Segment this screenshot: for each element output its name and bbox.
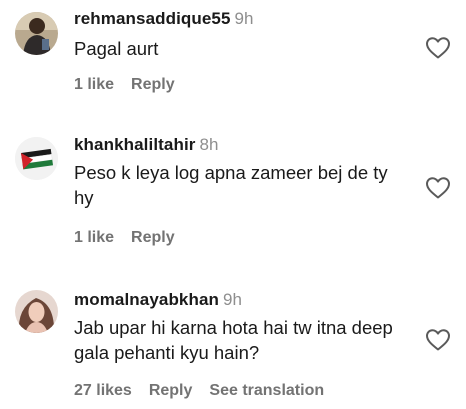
comment-header: momalnayabkhan 9h	[74, 290, 242, 311]
reply-button[interactable]: Reply	[149, 382, 193, 399]
timestamp: 9h	[223, 290, 242, 309]
username[interactable]: momalnayabkhan	[74, 290, 219, 309]
comment-text: Jab upar hi karna hota hai tw itna deep …	[74, 317, 393, 363]
heart-outline-icon[interactable]	[425, 328, 451, 352]
likes-count[interactable]: 27 likes	[74, 382, 132, 399]
comment-item: momalnayabkhan 9h Jab upar hi karna hota …	[0, 0, 466, 409]
see-translation-button[interactable]: See translation	[209, 382, 324, 399]
avatar[interactable]	[15, 290, 58, 333]
comment-actions: 27 likes Reply See translation	[74, 381, 341, 401]
